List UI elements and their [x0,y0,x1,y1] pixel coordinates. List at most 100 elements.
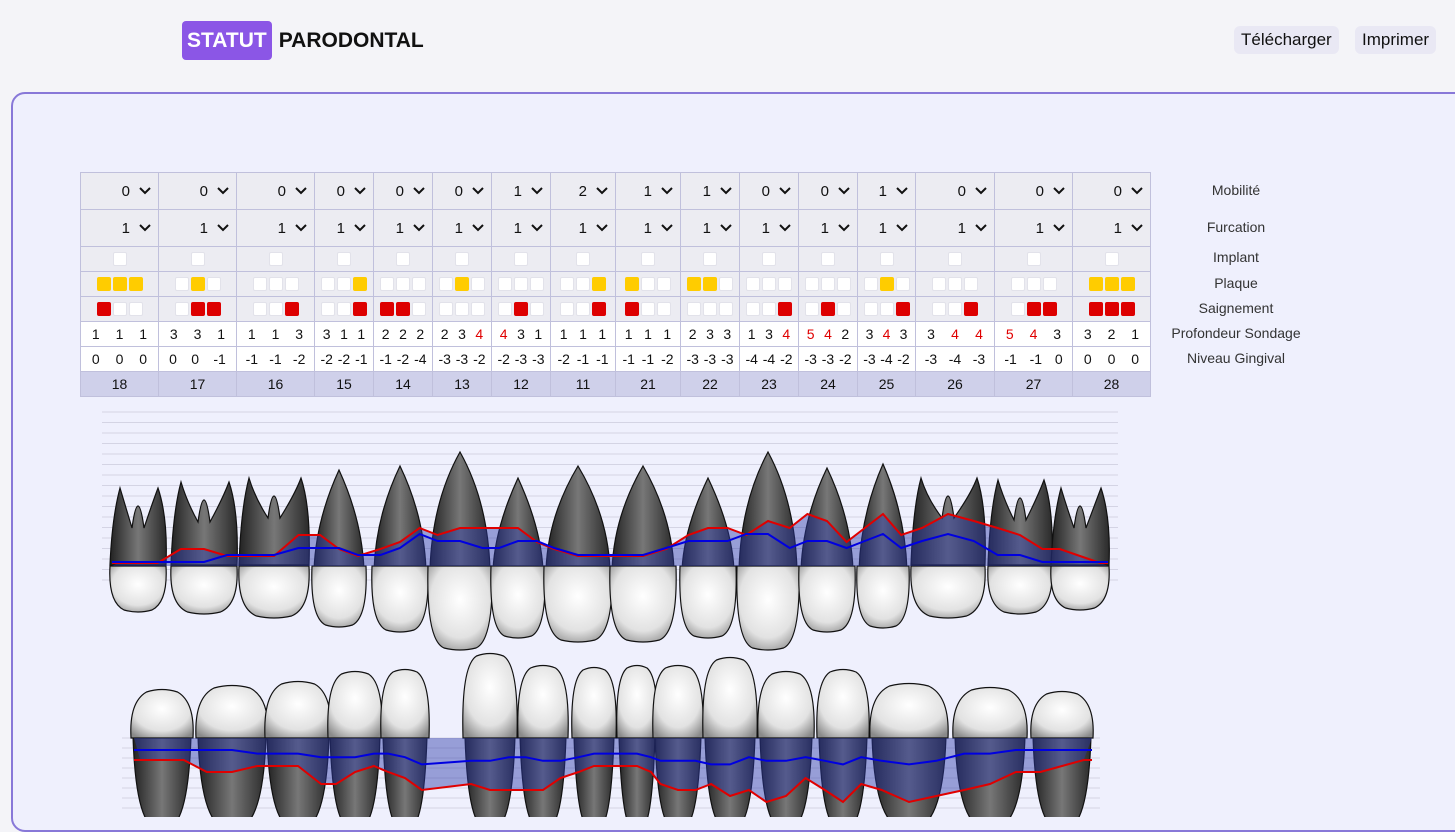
gingival-level-value[interactable]: -4 [745,351,757,367]
bleeding-checkbox[interactable] [592,302,606,316]
probing-depth-value[interactable]: 4 [975,326,983,342]
probing-depth-value[interactable]: 2 [1108,326,1116,342]
probing-depth-value[interactable]: 1 [272,326,280,342]
probing-depth-value[interactable]: 3 [517,326,525,342]
plaque-checkbox[interactable] [498,277,512,291]
implant-checkbox[interactable] [268,252,283,266]
gingival-level-value[interactable]: -1 [622,351,634,367]
bleeding-checkbox[interactable] [471,302,485,316]
probing-depth-value[interactable]: 1 [560,326,568,342]
probing-depth-value[interactable]: 1 [644,326,652,342]
plaque-checkbox[interactable] [657,277,671,291]
plaque-checkbox[interactable] [1120,277,1135,291]
furcation-select[interactable]: 1 [492,220,550,237]
plaque-checkbox[interactable] [821,277,835,291]
plaque-checkbox[interactable] [380,277,394,291]
gingival-level-value[interactable]: -3 [925,351,937,367]
plaque-checkbox[interactable] [337,277,351,291]
mobility-select[interactable]: 0 [995,183,1072,200]
implant-checkbox[interactable] [821,252,835,266]
bleeding-checkbox[interactable] [412,302,426,316]
gingival-level-value[interactable]: 0 [116,351,124,367]
plaque-checkbox[interactable] [455,277,469,291]
gingival-level-value[interactable]: -2 [320,351,332,367]
gingival-level-value[interactable]: 0 [1084,351,1092,367]
bleeding-checkbox[interactable] [657,302,671,316]
bleeding-checkbox[interactable] [703,302,717,316]
mobility-select[interactable]: 2 [551,183,615,200]
gingival-level-value[interactable]: 0 [1055,351,1063,367]
implant-checkbox[interactable] [190,252,205,266]
bleeding-checkbox[interactable] [625,302,639,316]
furcation-select[interactable]: 1 [374,220,432,237]
bleeding-checkbox[interactable] [1026,302,1041,316]
mobility-select[interactable]: 1 [681,183,739,200]
probing-depth-value[interactable]: 2 [689,326,697,342]
mobility-select[interactable]: 0 [81,183,158,200]
implant-checkbox[interactable] [514,252,528,266]
plaque-checkbox[interactable] [1026,277,1041,291]
plaque-checkbox[interactable] [412,277,426,291]
gingival-level-value[interactable]: -2 [897,351,909,367]
probing-depth-value[interactable]: 3 [194,326,202,342]
bleeding-checkbox[interactable] [895,302,910,316]
plaque-checkbox[interactable] [641,277,655,291]
plaque-checkbox[interactable] [762,277,776,291]
bleeding-checkbox[interactable] [932,302,946,316]
gingival-level-value[interactable]: -3 [704,351,716,367]
plaque-checkbox[interactable] [353,277,367,291]
bleeding-checkbox[interactable] [128,302,143,316]
probing-depth-value[interactable]: 4 [782,326,790,342]
probing-depth-value[interactable]: 3 [706,326,714,342]
plaque-checkbox[interactable] [932,277,946,291]
probing-depth-value[interactable]: 1 [248,326,256,342]
bleeding-checkbox[interactable] [284,302,299,316]
probing-depth-value[interactable]: 3 [323,326,331,342]
mobility-select[interactable]: 0 [433,183,491,200]
implant-checkbox[interactable] [1104,252,1119,266]
probing-depth-value[interactable]: 2 [382,326,390,342]
gingival-level-value[interactable]: -3 [973,351,985,367]
gingival-level-value[interactable]: -2 [397,351,409,367]
bleeding-checkbox[interactable] [778,302,792,316]
implant-checkbox[interactable] [576,252,590,266]
gingival-level-value[interactable]: -1 [577,351,589,367]
gingival-level-value[interactable]: -4 [414,351,426,367]
bleeding-checkbox[interactable] [879,302,894,316]
bleeding-checkbox[interactable] [863,302,878,316]
gingival-level-value[interactable]: -3 [532,351,544,367]
probing-depth-value[interactable]: 1 [139,326,147,342]
gingival-level-value[interactable]: -3 [804,351,816,367]
bleeding-checkbox[interactable] [560,302,574,316]
bleeding-checkbox[interactable] [746,302,760,316]
gingival-level-value[interactable]: -3 [438,351,450,367]
bleeding-checkbox[interactable] [337,302,351,316]
bleeding-checkbox[interactable] [1120,302,1135,316]
gingival-level-value[interactable]: -1 [246,351,258,367]
plaque-checkbox[interactable] [625,277,639,291]
furcation-select[interactable]: 1 [433,220,491,237]
furcation-select[interactable]: 1 [159,220,236,237]
implant-checkbox[interactable] [1026,252,1041,266]
plaque-checkbox[interactable] [96,277,111,291]
bleeding-checkbox[interactable] [576,302,590,316]
furcation-select[interactable]: 1 [740,220,798,237]
probing-depth-value[interactable]: 4 [500,326,508,342]
plaque-checkbox[interactable] [703,277,717,291]
probing-depth-value[interactable]: 3 [900,326,908,342]
mobility-select[interactable]: 1 [858,183,915,200]
gingival-level-value[interactable]: -2 [497,351,509,367]
mobility-select[interactable]: 0 [740,183,798,200]
gingival-level-value[interactable]: -4 [880,351,892,367]
plaque-checkbox[interactable] [284,277,299,291]
implant-checkbox[interactable] [455,252,469,266]
gingival-level-value[interactable]: -2 [839,351,851,367]
probing-depth-value[interactable]: 5 [1006,326,1014,342]
furcation-select[interactable]: 1 [237,220,314,237]
gingival-level-value[interactable]: -2 [780,351,792,367]
gingival-level-value[interactable]: -1 [1004,351,1016,367]
gingival-level-value[interactable]: -1 [642,351,654,367]
plaque-checkbox[interactable] [190,277,205,291]
gingival-level-value[interactable]: -3 [456,351,468,367]
bleeding-checkbox[interactable] [1088,302,1103,316]
